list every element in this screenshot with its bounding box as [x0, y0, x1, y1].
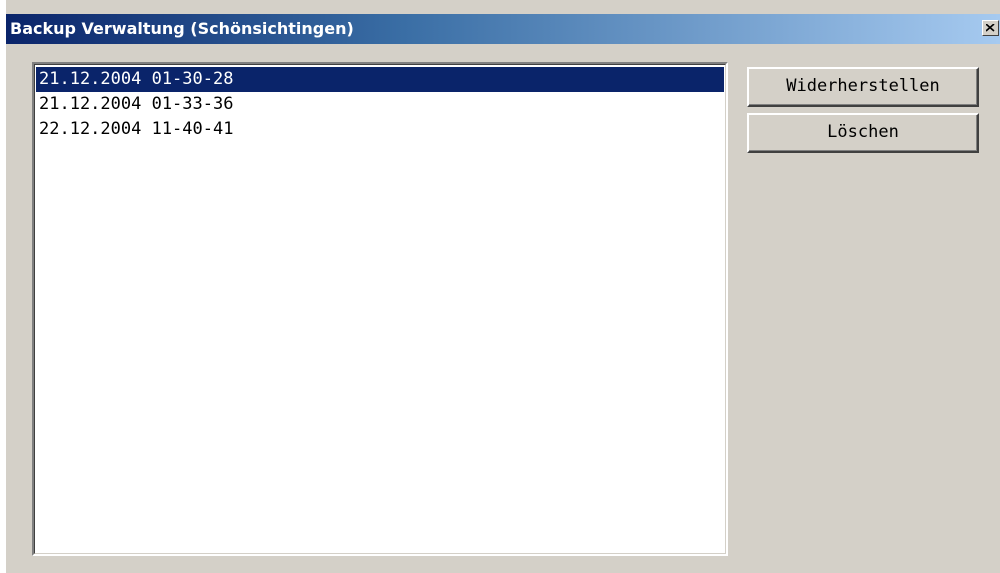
list-item-backup-1[interactable]: 21.12.2004 01-30-28	[36, 67, 724, 92]
close-button[interactable]	[982, 20, 999, 36]
title-bar[interactable]: Backup Verwaltung (Schönsichtingen)	[6, 14, 1000, 44]
restore-button[interactable]: Widerherstellen	[747, 67, 979, 107]
window-title: Backup Verwaltung (Schönsichtingen)	[10, 19, 354, 38]
list-item-backup-3[interactable]: 22.12.2004 11-40-41	[36, 117, 724, 142]
close-icon	[986, 24, 995, 32]
list-item-backup-2[interactable]: 21.12.2004 01-33-36	[36, 92, 724, 117]
delete-button[interactable]: Löschen	[747, 113, 979, 153]
backup-list[interactable]: 21.12.2004 01-30-28 21.12.2004 01-33-36 …	[32, 62, 728, 556]
backup-dialog: Backup Verwaltung (Schönsichtingen) 21.1…	[6, 0, 1000, 573]
